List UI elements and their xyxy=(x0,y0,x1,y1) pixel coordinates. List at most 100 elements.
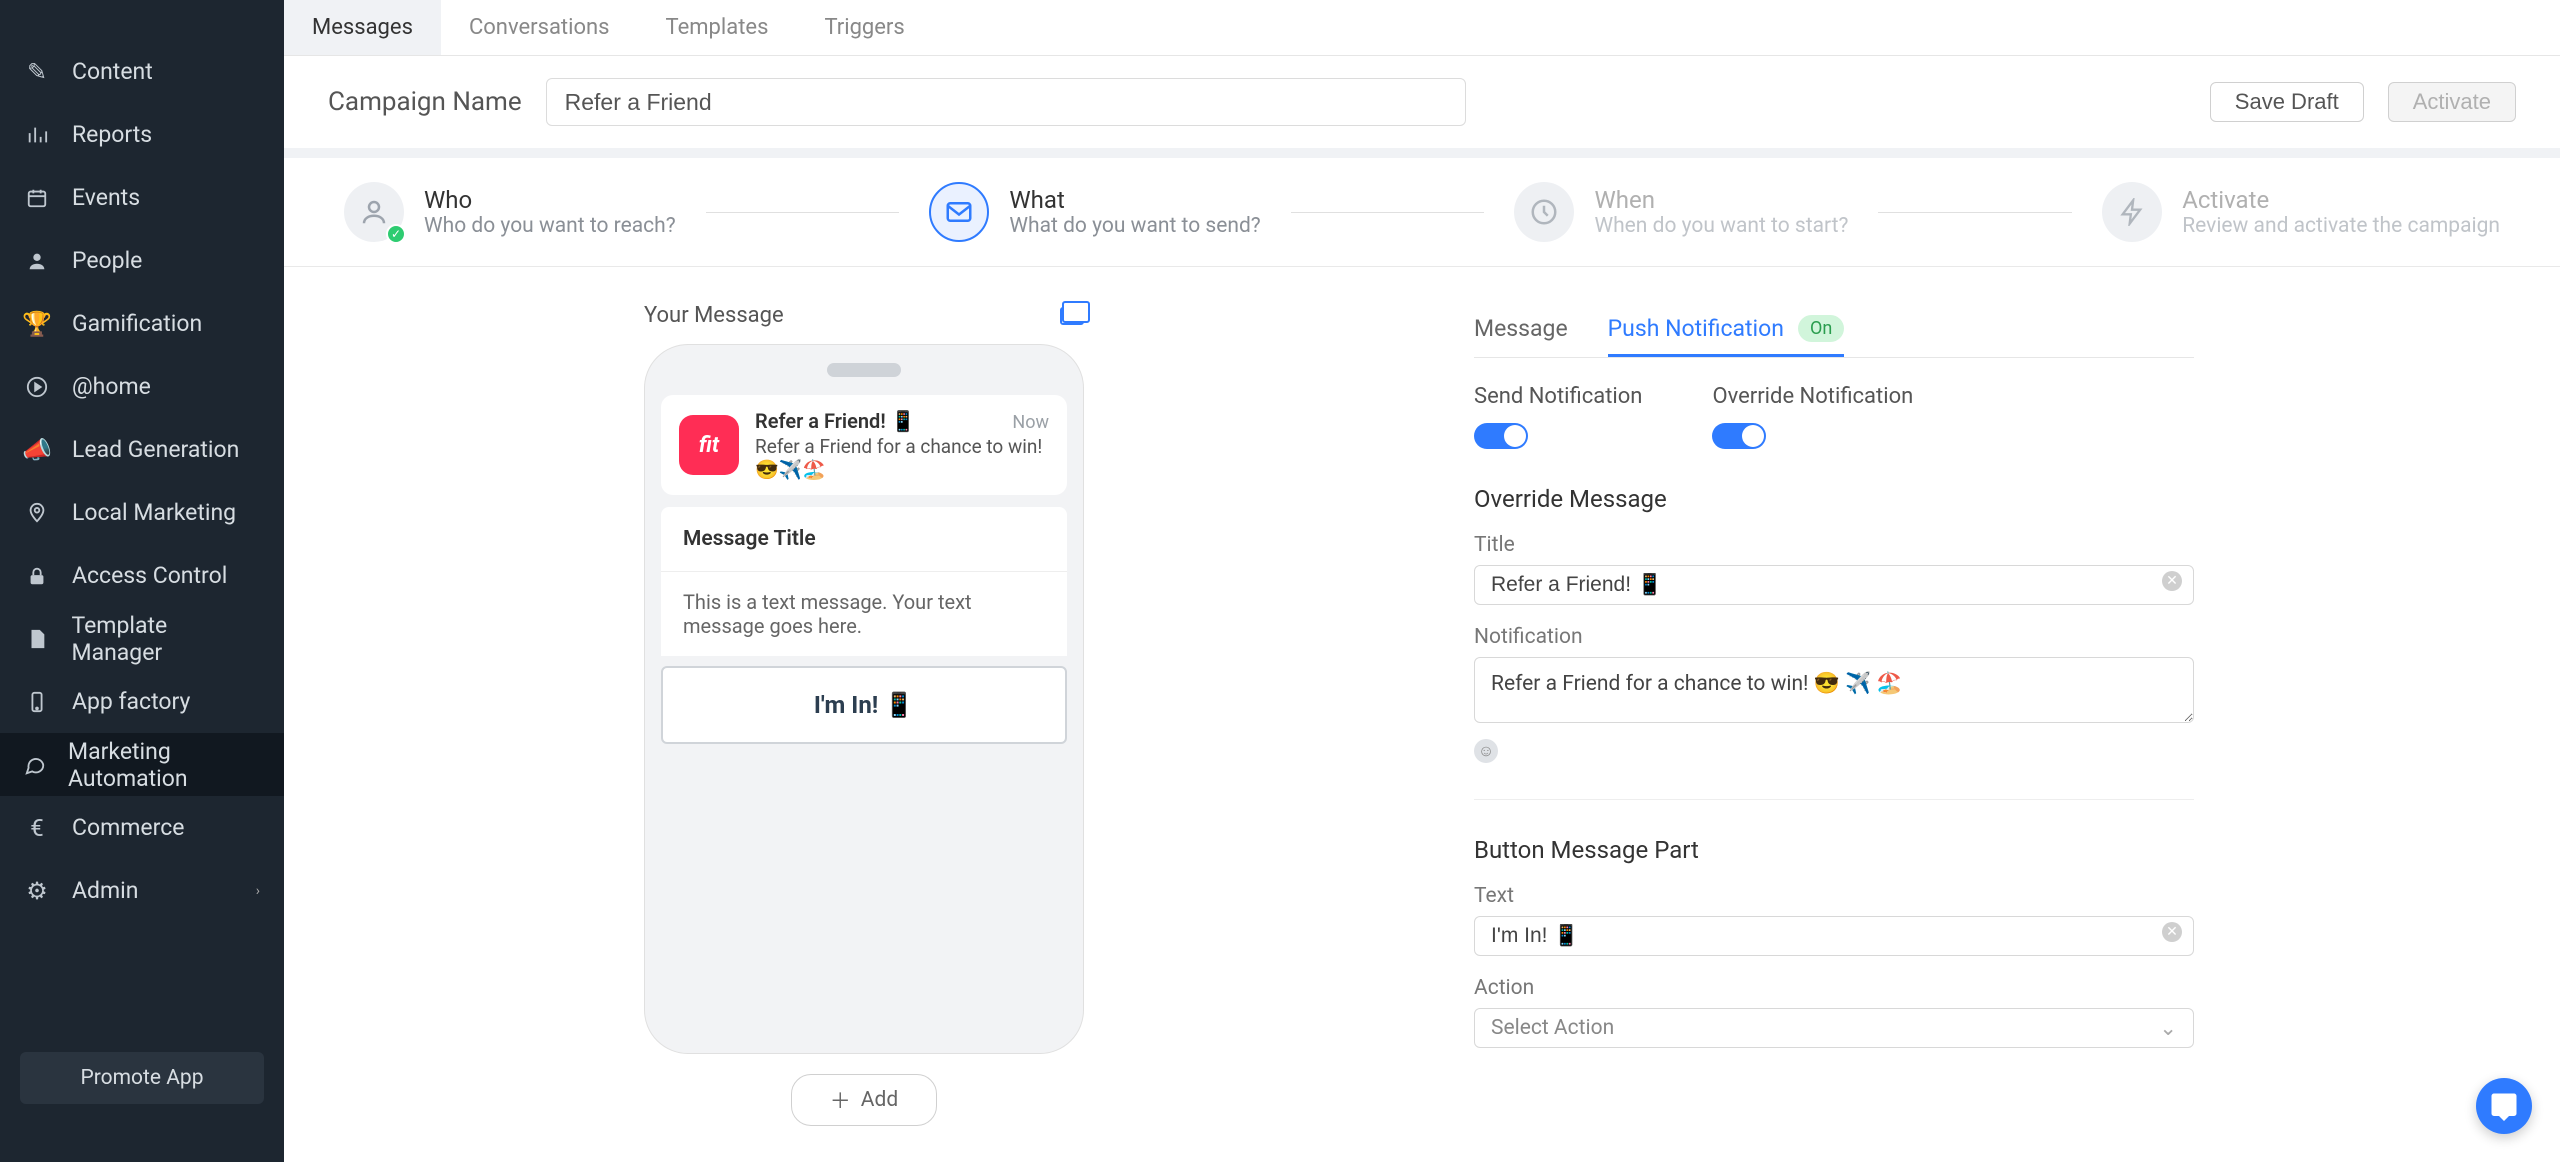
sidebar-item-label: Gamification xyxy=(72,310,202,337)
sidebar-item-lead-generation[interactable]: 📣Lead Generation xyxy=(0,418,284,481)
phone-preview: fit Refer a Friend! 📱Now Refer a Friend … xyxy=(644,344,1084,1054)
chevron-right-icon: › xyxy=(256,883,260,899)
trophy-icon: 🏆 xyxy=(24,310,50,338)
sidebar-item-admin[interactable]: ⚙ Admin › xyxy=(0,859,284,922)
clear-icon[interactable]: ✕ xyxy=(2162,922,2182,942)
sub-tabs: Message Push Notification On xyxy=(1474,303,2194,358)
stepper: ✓ WhoWho do you want to reach? WhatWhat … xyxy=(284,158,2560,267)
step-title: Activate xyxy=(2182,186,2500,214)
top-tabs: Messages Conversations Templates Trigger… xyxy=(284,0,2560,56)
notif-title: Refer a Friend! 📱 xyxy=(755,409,916,433)
divider xyxy=(1474,799,2194,800)
sidebar-item-local-marketing[interactable]: Local Marketing xyxy=(0,481,284,544)
main: Messages Conversations Templates Trigger… xyxy=(284,0,2560,1162)
when-icon xyxy=(1514,182,1574,242)
message-button-preview: I'm In! 📱 xyxy=(661,666,1067,744)
text-label: Text xyxy=(1474,884,2194,908)
step-title: What xyxy=(1009,186,1260,214)
sidebar-item-label: Access Control xyxy=(72,562,227,589)
message-title-card: Message Title xyxy=(661,507,1067,571)
campaign-name-input[interactable] xyxy=(546,78,1466,126)
sidebar-item-access-control[interactable]: Access Control xyxy=(0,544,284,607)
save-draft-button[interactable]: Save Draft xyxy=(2210,82,2364,122)
gear-icon: ⚙ xyxy=(24,877,50,905)
clear-icon[interactable]: ✕ xyxy=(2162,571,2182,591)
device-switch-icon[interactable] xyxy=(1060,307,1084,325)
step-activate[interactable]: ActivateReview and activate the campaign xyxy=(2102,182,2500,242)
add-button[interactable]: ＋Add xyxy=(791,1074,937,1126)
intercom-fab[interactable] xyxy=(2476,1078,2532,1134)
sidebar-item-reports[interactable]: Reports xyxy=(0,103,284,166)
sidebar-item-label: Lead Generation xyxy=(72,436,239,463)
notification-label: Notification xyxy=(1474,625,2194,649)
sidebar-item-gamification[interactable]: 🏆 Gamification xyxy=(0,292,284,355)
sidebar-item-people[interactable]: People xyxy=(0,229,284,292)
action-label: Action xyxy=(1474,976,2194,1000)
content: Your Message fit Refer a Friend! 📱Now Re… xyxy=(284,267,2560,1162)
sidebar-item-label: Template Manager xyxy=(72,612,261,666)
button-text-input[interactable] xyxy=(1474,916,2194,956)
tab-conversations[interactable]: Conversations xyxy=(441,0,638,55)
who-icon: ✓ xyxy=(344,182,404,242)
activate-icon xyxy=(2102,182,2162,242)
button-message-section: Button Message Part xyxy=(1474,836,2194,864)
phone-notch xyxy=(827,363,901,377)
chat-icon xyxy=(24,754,46,776)
promote-app-button[interactable]: Promote App xyxy=(20,1052,264,1104)
step-sub: When do you want to start? xyxy=(1594,214,1848,238)
preview-header-label: Your Message xyxy=(644,303,784,328)
override-notification-toggle[interactable] xyxy=(1712,423,1766,449)
sidebar-item-label: Content xyxy=(72,58,153,85)
sidebar-item-app-factory[interactable]: App factory xyxy=(0,670,284,733)
action-select[interactable]: Select Action⌄ xyxy=(1474,1008,2194,1048)
sidebar-item-label: Marketing Automation xyxy=(68,738,260,792)
notification-textarea[interactable] xyxy=(1474,657,2194,723)
step-what[interactable]: WhatWhat do you want to send? xyxy=(929,182,1260,242)
sidebar-item-home[interactable]: @home xyxy=(0,355,284,418)
title-input[interactable] xyxy=(1474,565,2194,605)
override-notification-label: Override Notification xyxy=(1712,384,1913,409)
step-line xyxy=(1878,212,2072,213)
sidebar: ✎ Content Reports Events People 🏆 Gamifica… xyxy=(0,0,284,1162)
phone-icon xyxy=(24,691,50,713)
subtab-push-notification[interactable]: Push Notification On xyxy=(1608,303,1845,357)
user-icon xyxy=(24,250,50,272)
subtab-label: Push Notification xyxy=(1608,315,1784,342)
play-icon xyxy=(24,376,50,398)
calendar-icon xyxy=(24,187,50,209)
sidebar-item-label: Admin xyxy=(72,877,138,904)
step-sub: Who do you want to reach? xyxy=(424,214,676,238)
check-icon: ✓ xyxy=(386,224,406,244)
app-icon: fit xyxy=(679,415,739,475)
step-who[interactable]: ✓ WhoWho do you want to reach? xyxy=(344,182,676,242)
on-badge: On xyxy=(1798,315,1844,342)
sidebar-item-marketing-automation[interactable]: Marketing Automation xyxy=(0,733,284,796)
pencil-icon: ✎ xyxy=(24,58,50,86)
chart-icon xyxy=(24,124,50,146)
step-when[interactable]: WhenWhen do you want to start? xyxy=(1514,182,1848,242)
send-notification-toggle[interactable] xyxy=(1474,423,1528,449)
notif-time: Now xyxy=(1012,412,1049,433)
tab-triggers[interactable]: Triggers xyxy=(796,0,932,55)
plus-icon: ＋ xyxy=(830,1085,851,1115)
sidebar-item-commerce[interactable]: €Commerce xyxy=(0,796,284,859)
step-sub: Review and activate the campaign xyxy=(2182,214,2500,238)
sidebar-item-label: Reports xyxy=(72,121,152,148)
activate-button[interactable]: Activate xyxy=(2388,82,2516,122)
notification-preview: fit Refer a Friend! 📱Now Refer a Friend … xyxy=(661,395,1067,495)
tab-templates[interactable]: Templates xyxy=(638,0,797,55)
message-body: This is a text message. Your text messag… xyxy=(661,571,1067,656)
sidebar-item-events[interactable]: Events xyxy=(0,166,284,229)
message-title: Message Title xyxy=(683,527,1045,551)
preview-column: Your Message fit Refer a Friend! 📱Now Re… xyxy=(344,303,1384,1126)
lock-icon xyxy=(24,565,50,587)
file-icon xyxy=(24,628,50,650)
sidebar-item-label: Local Marketing xyxy=(72,499,236,526)
sidebar-item-template-manager[interactable]: Template Manager xyxy=(0,607,284,670)
sidebar-item-content[interactable]: ✎ Content xyxy=(0,40,284,103)
sidebar-item-label: @home xyxy=(72,373,151,400)
emoji-button[interactable]: ☺ xyxy=(1474,739,1498,763)
tab-messages[interactable]: Messages xyxy=(284,0,441,55)
subtab-message[interactable]: Message xyxy=(1474,303,1568,357)
select-placeholder: Select Action xyxy=(1491,1016,1614,1040)
